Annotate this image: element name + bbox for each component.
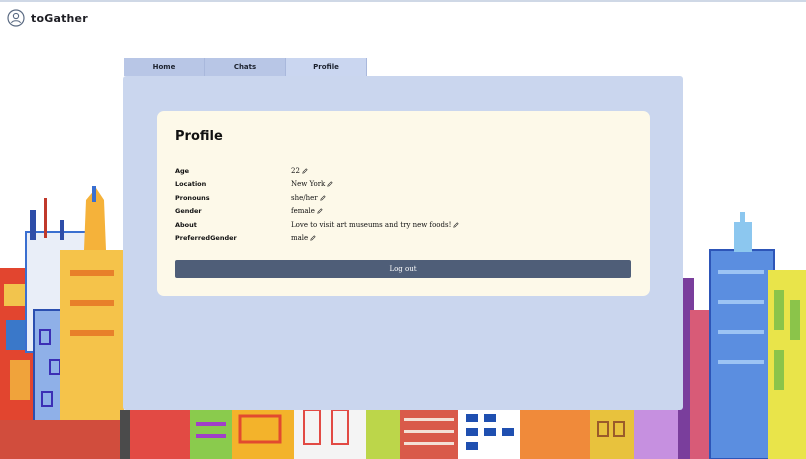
pencil-icon[interactable] (319, 195, 326, 201)
tab-bar: Home Chats Profile (124, 58, 367, 76)
field-value-text: she/her (291, 193, 318, 202)
field-label: PreferredGender (175, 234, 237, 243)
field-value-text: male (291, 234, 309, 243)
field-value-text: female (291, 207, 315, 216)
field-value: 22 (291, 167, 308, 175)
tab-chats[interactable]: Chats (205, 58, 286, 76)
field-value: female (291, 207, 323, 215)
field-value-text: New York (291, 180, 326, 189)
field-row-gender: Gender female (175, 205, 459, 219)
field-row-pronouns: Pronouns she/her (175, 191, 459, 205)
field-label: Pronouns (175, 193, 210, 202)
page-title: Profile (175, 129, 223, 144)
field-label: Location (175, 180, 207, 189)
pencil-icon[interactable] (327, 181, 333, 187)
app-header: toGather (7, 8, 88, 28)
profile-fields: Age 22 Location New York Pronouns she/he… (175, 164, 460, 246)
person-circle-icon[interactable] (7, 9, 25, 27)
field-value-text: 22 (291, 166, 300, 175)
pencil-icon[interactable] (302, 168, 308, 174)
field-row-age: Age 22 (175, 164, 459, 178)
tab-home[interactable]: Home (124, 58, 205, 76)
field-row-about: About Love to visit art museums and try … (175, 218, 460, 232)
tab-profile[interactable]: Profile (286, 58, 367, 76)
profile-card: Profile Age 22 Location New York Pronoun… (157, 111, 650, 296)
field-row-preferred-gender: PreferredGender male (175, 232, 459, 246)
field-row-location: Location New York (175, 178, 459, 192)
logout-button[interactable]: Log out (175, 260, 631, 278)
field-label: Age (175, 166, 190, 175)
field-value: she/her (291, 194, 326, 202)
field-label: Gender (175, 207, 202, 216)
field-value: male (291, 234, 316, 242)
field-label: About (175, 220, 197, 229)
field-value: Love to visit art museums and try new fo… (291, 220, 460, 229)
field-value-text: Love to visit art museums and try new fo… (291, 220, 452, 229)
app-title: toGather (31, 11, 88, 25)
field-value: New York (291, 180, 333, 188)
pencil-icon[interactable] (453, 222, 460, 228)
pencil-icon[interactable] (317, 208, 323, 214)
pencil-icon[interactable] (310, 235, 316, 241)
